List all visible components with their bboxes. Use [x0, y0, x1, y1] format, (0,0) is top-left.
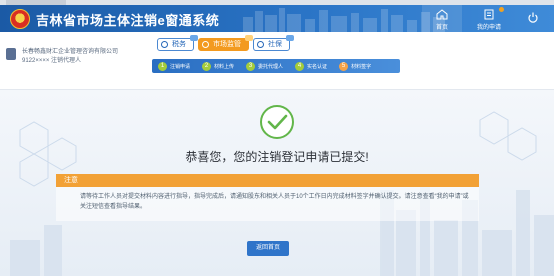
company-name: 长春畅鑫财汇企业管理咨询有限公司 — [22, 49, 119, 55]
step-item: 5 材料签字 — [339, 61, 372, 71]
tab-social-security[interactable]: 社保 — [253, 35, 294, 51]
process-tabs: 税务 市场监管 社保 — [157, 35, 294, 52]
tab-market-supervision[interactable]: 市场监管 — [198, 35, 253, 51]
step-item: 3 委托代理人 — [246, 61, 284, 71]
home-button[interactable]: 首页 — [422, 5, 462, 32]
my-application-label: 我的申请 — [476, 25, 501, 31]
market-icon — [202, 41, 209, 48]
success-message: 恭喜您，您的注销登记申请已提交! — [185, 150, 369, 164]
national-emblem-icon — [10, 9, 30, 29]
notification-badge — [499, 7, 504, 12]
step-number: 4 — [295, 61, 305, 71]
tab-market-supervision-label: 市场监管 — [213, 41, 241, 48]
main-content: 恭喜您，您的注销登记申请已提交! 注意 请等待工作人员对提交材料内容进行指导，指… — [0, 90, 554, 276]
step-number: 1 — [158, 61, 167, 71]
user-info: 长春畅鑫财汇企业管理咨询有限公司 9122×××× 注销代理人 — [6, 43, 146, 73]
home-button-label: 首页 — [435, 25, 448, 31]
building-icon — [6, 48, 16, 60]
success-check-icon — [260, 105, 294, 139]
step-label: 实名认证 — [307, 63, 328, 70]
step-label: 材料上传 — [214, 63, 235, 70]
tab-social-security-label: 社保 — [268, 41, 282, 48]
notice-title: 注意 — [56, 174, 479, 187]
tab-tax-label: 税务 — [172, 41, 186, 48]
tab-social-tag — [286, 35, 294, 41]
home-icon — [436, 9, 448, 20]
tab-market-tag — [245, 35, 253, 41]
exit-button[interactable] — [520, 5, 546, 32]
notice-body: 请等待工作人员对提交材料内容进行指导，指导完成后，请通知股东和相关人员于10个工… — [56, 187, 479, 221]
skyline-decoration — [243, 8, 445, 32]
step-label: 注销申请 — [170, 63, 191, 70]
app-title: 吉林省市场主体注销e窗通系统 — [36, 13, 220, 28]
social-security-icon — [257, 41, 264, 48]
step-item: 4 实名认证 — [295, 61, 328, 71]
progress-steps: 1 注销申请 2 材料上传 3 委托代理人 4 实名认证 5 材料签字 — [152, 59, 400, 73]
tax-icon — [161, 41, 168, 48]
document-icon — [484, 9, 494, 20]
step-label: 材料签字 — [351, 63, 372, 70]
tab-tax[interactable]: 税务 — [157, 35, 198, 51]
tab-tax-tag — [190, 35, 198, 41]
user-id: 9122×××× 注销代理人 — [22, 58, 82, 64]
my-application-button[interactable]: 我的申请 — [466, 5, 512, 32]
back-to-home-button[interactable]: 返回首页 — [247, 241, 289, 256]
step-label: 委托代理人 — [258, 63, 284, 70]
step-item: 1 注销申请 — [158, 61, 191, 71]
power-icon — [528, 12, 538, 23]
step-number: 3 — [246, 61, 256, 71]
top-header: 吉林省市场主体注销e窗通系统 首页 我的申请 — [0, 5, 554, 32]
step-number: 5 — [339, 61, 349, 71]
step-item: 2 材料上传 — [202, 61, 235, 71]
step-number: 2 — [202, 61, 212, 71]
